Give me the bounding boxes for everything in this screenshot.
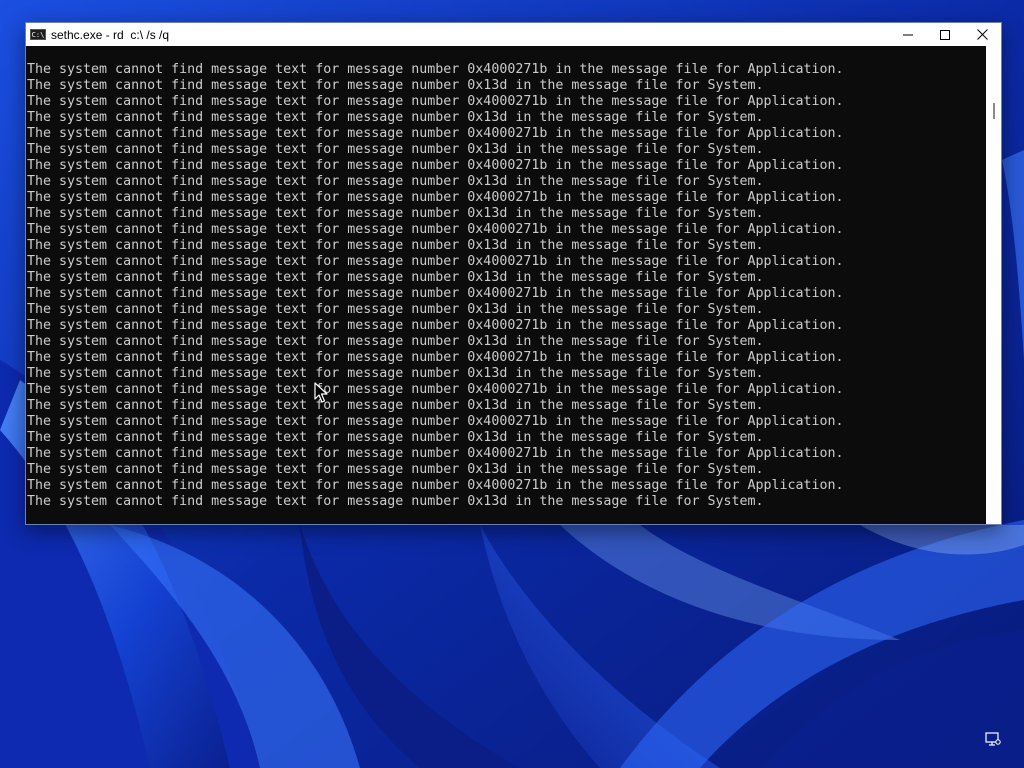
console-line: The system cannot find message text for …	[27, 158, 844, 173]
vertical-scrollbar[interactable]	[986, 46, 1001, 524]
console-line: The system cannot find message text for …	[27, 478, 844, 493]
console-line: The system cannot find message text for …	[27, 494, 764, 509]
console-line: The system cannot find message text for …	[27, 222, 844, 237]
maximize-icon	[940, 29, 950, 40]
console-line: The system cannot find message text for …	[27, 110, 764, 125]
minimize-button[interactable]	[889, 23, 927, 46]
console-line: The system cannot find message text for …	[27, 382, 844, 397]
console-line: The system cannot find message text for …	[27, 270, 764, 285]
window-title: sethc.exe - rd c:\ /s /q	[51, 27, 170, 42]
console-line: The system cannot find message text for …	[27, 446, 844, 461]
title-bar[interactable]: C:\ sethc.exe - rd c:\ /s /q	[26, 23, 1001, 46]
console-line: The system cannot find message text for …	[27, 318, 844, 333]
network-monitor-icon[interactable]	[985, 731, 1001, 747]
console-line: The system cannot find message text for …	[27, 430, 764, 445]
mouse-pointer-icon	[314, 382, 328, 403]
console-output[interactable]: The system cannot find message text for …	[26, 46, 986, 524]
console-line: The system cannot find message text for …	[27, 174, 764, 189]
console-line: The system cannot find message text for …	[27, 462, 764, 477]
console-line: The system cannot find message text for …	[27, 414, 844, 429]
console-app-icon: C:\	[30, 29, 46, 40]
console-line: The system cannot find message text for …	[27, 142, 764, 157]
console-line: The system cannot find message text for …	[27, 94, 844, 109]
console-line: The system cannot find message text for …	[27, 366, 764, 381]
minimize-icon	[903, 34, 913, 35]
console-line: The system cannot find message text for …	[27, 206, 764, 221]
close-button[interactable]	[963, 23, 1001, 46]
console-line: The system cannot find message text for …	[27, 78, 764, 93]
console-line: The system cannot find message text for …	[27, 254, 844, 269]
console-line: The system cannot find message text for …	[27, 190, 844, 205]
console-lines: The system cannot find message text for …	[27, 62, 844, 510]
console-line: The system cannot find message text for …	[27, 302, 764, 317]
console-line: The system cannot find message text for …	[27, 62, 844, 77]
console-line: The system cannot find message text for …	[27, 334, 764, 349]
console-line: The system cannot find message text for …	[27, 398, 764, 413]
console-line: The system cannot find message text for …	[27, 126, 844, 141]
close-icon	[976, 29, 988, 40]
scrollbar-thumb[interactable]	[993, 103, 995, 119]
console-window[interactable]: C:\ sethc.exe - rd c:\ /s /q The system …	[25, 22, 1002, 525]
console-line: The system cannot find message text for …	[27, 238, 764, 253]
console-line: The system cannot find message text for …	[27, 350, 844, 365]
maximize-button[interactable]	[926, 23, 964, 46]
console-line: The system cannot find message text for …	[27, 286, 844, 301]
